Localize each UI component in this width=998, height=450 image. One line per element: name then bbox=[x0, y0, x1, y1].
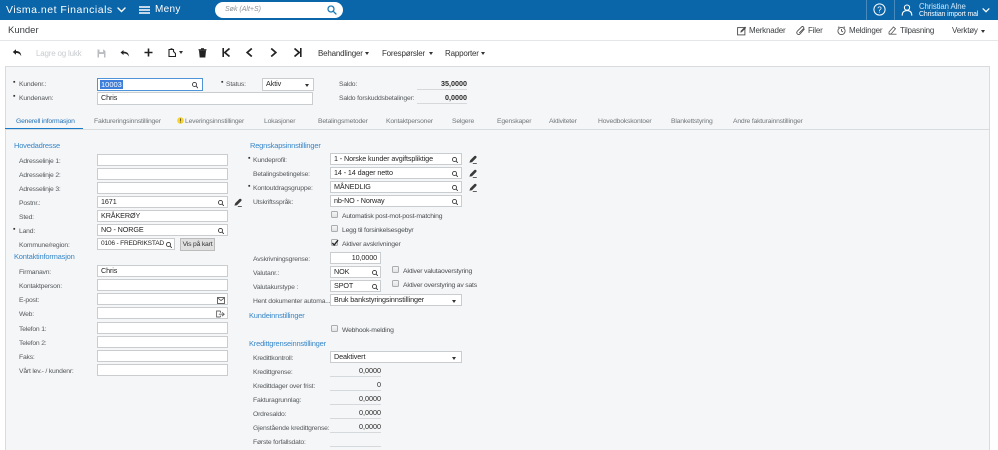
svg-text:?: ? bbox=[877, 5, 882, 14]
svg-text:!: ! bbox=[180, 119, 182, 124]
